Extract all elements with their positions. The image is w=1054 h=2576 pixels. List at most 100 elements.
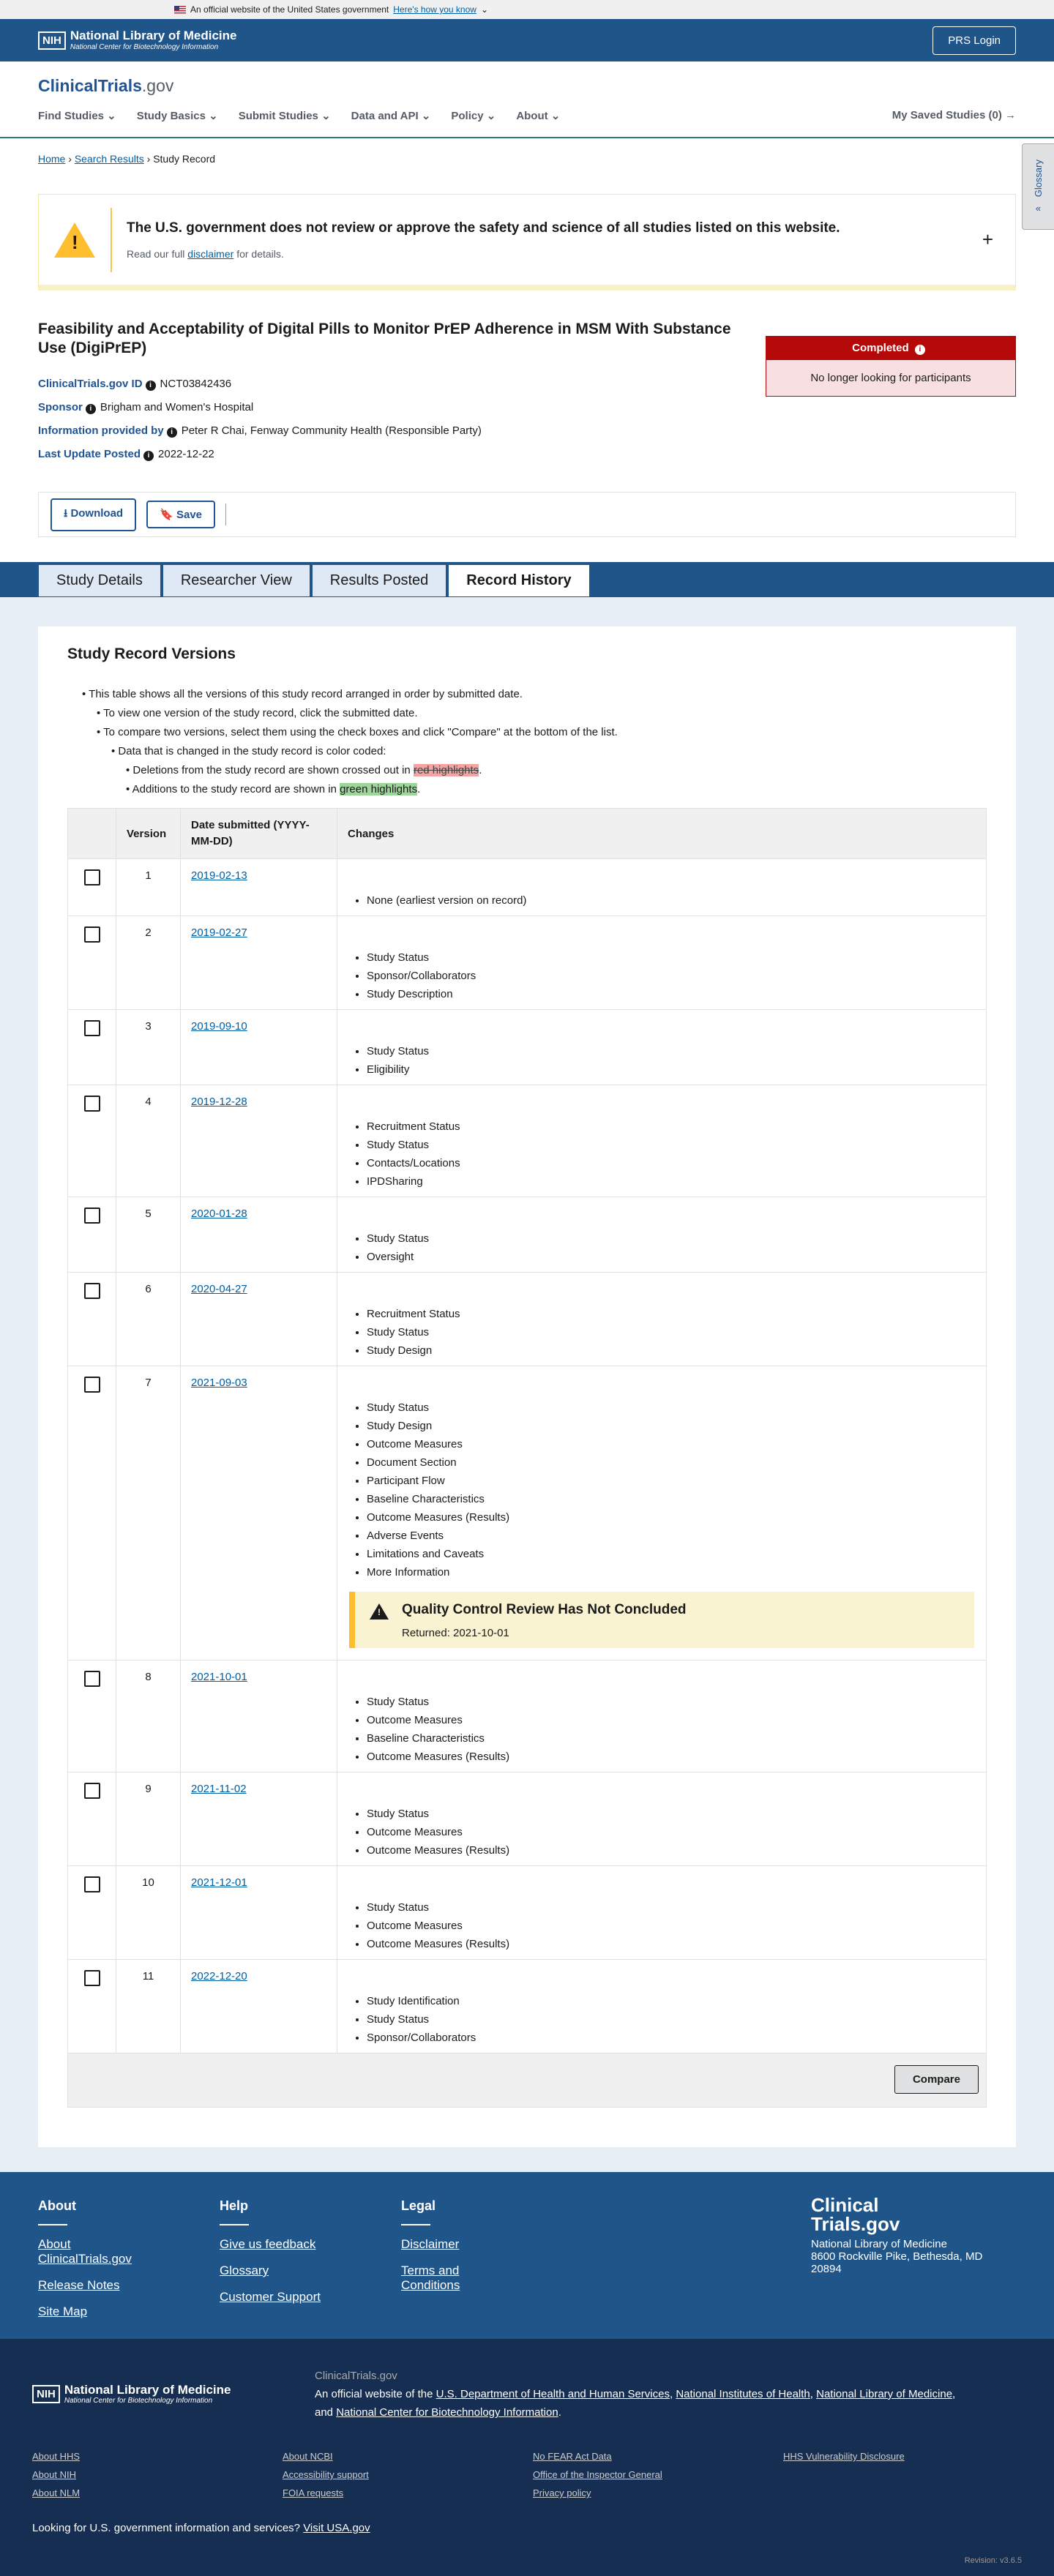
version-checkbox[interactable] [83,1970,100,1986]
footer-address-line2: 8600 Rockville Pike, Bethesda, MD 20894 [811,2250,983,2275]
glossary-label: Glossary [1033,159,1044,198]
status-badge: Completed i No longer looking for partic… [766,336,1016,397]
version-checkbox[interactable] [83,926,100,943]
version-checkbox[interactable] [83,1283,100,1299]
saved-studies-link[interactable]: My Saved Studies (0) → [892,109,1016,122]
nlm-footer-link[interactable]: About NLM [32,2487,283,2498]
nav-data-api[interactable]: Data and API ⌄ [351,109,431,122]
nav-submit-studies[interactable]: Submit Studies ⌄ [239,109,331,122]
revision: Revision: v3.6.5 [964,2556,1022,2565]
download-button[interactable]: ⭳ Download [51,498,137,531]
glossary-tab[interactable]: Glossary « [1022,143,1054,230]
warning-icon [370,1603,389,1620]
usa-gov-row: Looking for U.S. government information … [32,2522,370,2534]
version-number: 5 [116,1197,181,1273]
nlm-footer-link[interactable]: FOIA requests [283,2487,533,2498]
footer-address-line1: National Library of Medicine [811,2238,947,2250]
info-icon[interactable]: i [166,427,177,438]
nlm-footer-logo[interactable]: NIH National Library of Medicine National… [32,2367,315,2422]
version-date-link[interactable]: 2021-09-03 [191,1377,247,1389]
footer-link[interactable]: Customer Support [220,2290,328,2304]
nlm-footer-link[interactable]: No FEAR Act Data [533,2451,783,2462]
version-date-link[interactable]: 2019-02-27 [191,926,247,939]
version-checkbox[interactable] [83,1020,100,1036]
versions-table: Version Date submitted (YYYY-MM-DD) Chan… [67,808,987,2053]
table-row: 6 2020-04-27 Recruitment StatusStudy Sta… [67,1272,987,1366]
version-date-link[interactable]: 2022-12-20 [191,1970,247,1982]
footer-link[interactable]: Release Notes [38,2278,146,2293]
nih-header: NIH National Library of Medicine Nationa… [0,19,1054,61]
footer-link[interactable]: Glossary [220,2264,328,2278]
version-changes: Study StatusStudy DesignOutcome Measures… [337,1366,987,1660]
nlm-footer-link[interactable]: Accessibility support [283,2469,533,2480]
version-date-link[interactable]: 2019-02-13 [191,869,247,882]
prs-login-button[interactable]: PRS Login [932,26,1016,55]
version-checkbox[interactable] [83,1671,100,1687]
info-icon[interactable]: i [914,345,925,355]
version-checkbox[interactable] [83,869,100,886]
version-date-link[interactable]: 2020-04-27 [191,1283,247,1295]
breadcrumb: Home › Search Results › Study Record [38,153,216,165]
nav-study-basics[interactable]: Study Basics ⌄ [137,109,218,122]
version-changes: Study StatusSponsor/CollaboratorsStudy D… [337,916,987,1010]
how-you-know-link[interactable]: Here's how you know [393,4,476,15]
disclaimer-alert: The U.S. government does not review or a… [38,194,1016,291]
list-item: • Data that is changed in the study reco… [111,745,386,757]
nlm-footer-link[interactable]: HHS Vulnerability Disclosure [783,2451,1034,2462]
footer-link[interactable]: Site Map [38,2304,146,2319]
compare-button[interactable]: Compare [894,2065,979,2094]
version-checkbox[interactable] [83,1876,100,1892]
versions-heading: Study Record Versions [67,645,236,662]
version-checkbox[interactable] [83,1783,100,1799]
gov-banner-text: An official website of the United States… [190,4,389,15]
footer-link[interactable]: Disclaimer [401,2237,509,2252]
info-icon[interactable]: i [85,403,96,414]
tab-study-details[interactable]: Study Details [38,564,161,597]
tab-record-history[interactable]: Record History [448,564,590,597]
version-date-link[interactable]: 2019-09-10 [191,1020,247,1033]
version-checkbox[interactable] [83,1208,100,1224]
nav-find-studies[interactable]: Find Studies ⌄ [38,109,116,122]
usa-gov-link[interactable]: Visit USA.gov [303,2522,370,2534]
nih-link[interactable]: National Institutes of Health [676,2388,810,2400]
breadcrumb-home[interactable]: Home [38,153,65,165]
save-button[interactable]: 🔖 Save [146,501,216,528]
disclaimer-link[interactable]: disclaimer [187,248,233,260]
clinicaltrials-logo[interactable]: ClinicalTrials.gov [38,76,1016,96]
change-item: Adverse Events [367,1527,976,1545]
info-icon[interactable]: i [145,380,156,391]
nlm-footer-link[interactable]: Office of the Inspector General [533,2469,783,2480]
nav-policy[interactable]: Policy ⌄ [451,109,496,122]
version-date-link[interactable]: 2019-12-28 [191,1096,247,1108]
expand-plus-icon[interactable]: + [982,228,993,251]
hhs-link[interactable]: U.S. Department of Health and Human Serv… [436,2388,670,2400]
tab-results-posted[interactable]: Results Posted [311,564,447,597]
nlm-footer-link[interactable]: About NCBI [283,2451,533,2462]
nav-about[interactable]: About ⌄ [516,109,560,122]
footer-link[interactable]: About ClinicalTrials.gov [38,2237,146,2266]
footer-logo-line2: Trials.gov [811,2213,900,2235]
version-date-link[interactable]: 2021-10-01 [191,1671,247,1683]
nlm-footer-link[interactable]: About NIH [32,2469,283,2480]
nlm-link[interactable]: National Library of Medicine [816,2388,952,2400]
tabs-bar: Study Details Researcher View Results Po… [0,562,1054,597]
change-item: Outcome Measures [367,1435,976,1453]
footer-link[interactable]: Give us feedback [220,2237,328,2252]
version-date-link[interactable]: 2021-12-01 [191,1876,247,1889]
ncbi-link[interactable]: National Center for Biotechnology Inform… [336,2406,558,2419]
version-date-link[interactable]: 2020-01-28 [191,1208,247,1220]
table-row: 11 2022-12-20 Study IdentificationStudy … [67,1959,987,2053]
tab-researcher-view[interactable]: Researcher View [162,564,310,597]
nlm-footer-link[interactable]: About HHS [32,2451,283,2462]
nlm-footer-link[interactable]: Privacy policy [533,2487,783,2498]
version-checkbox[interactable] [83,1377,100,1393]
breadcrumb-search-results[interactable]: Search Results [75,153,144,165]
version-date-link[interactable]: 2021-11-02 [191,1783,247,1795]
version-checkbox[interactable] [83,1096,100,1112]
nlm-logo[interactable]: NIH National Library of Medicine Nationa… [38,29,237,51]
qc-title: Quality Control Review Has Not Concluded [402,1602,687,1617]
chevrons-left-icon: « [1035,203,1042,214]
footer-link[interactable]: Terms and Conditions [401,2264,509,2293]
version-changes: None (earliest version on record) [337,858,987,916]
info-icon[interactable]: i [143,450,154,461]
